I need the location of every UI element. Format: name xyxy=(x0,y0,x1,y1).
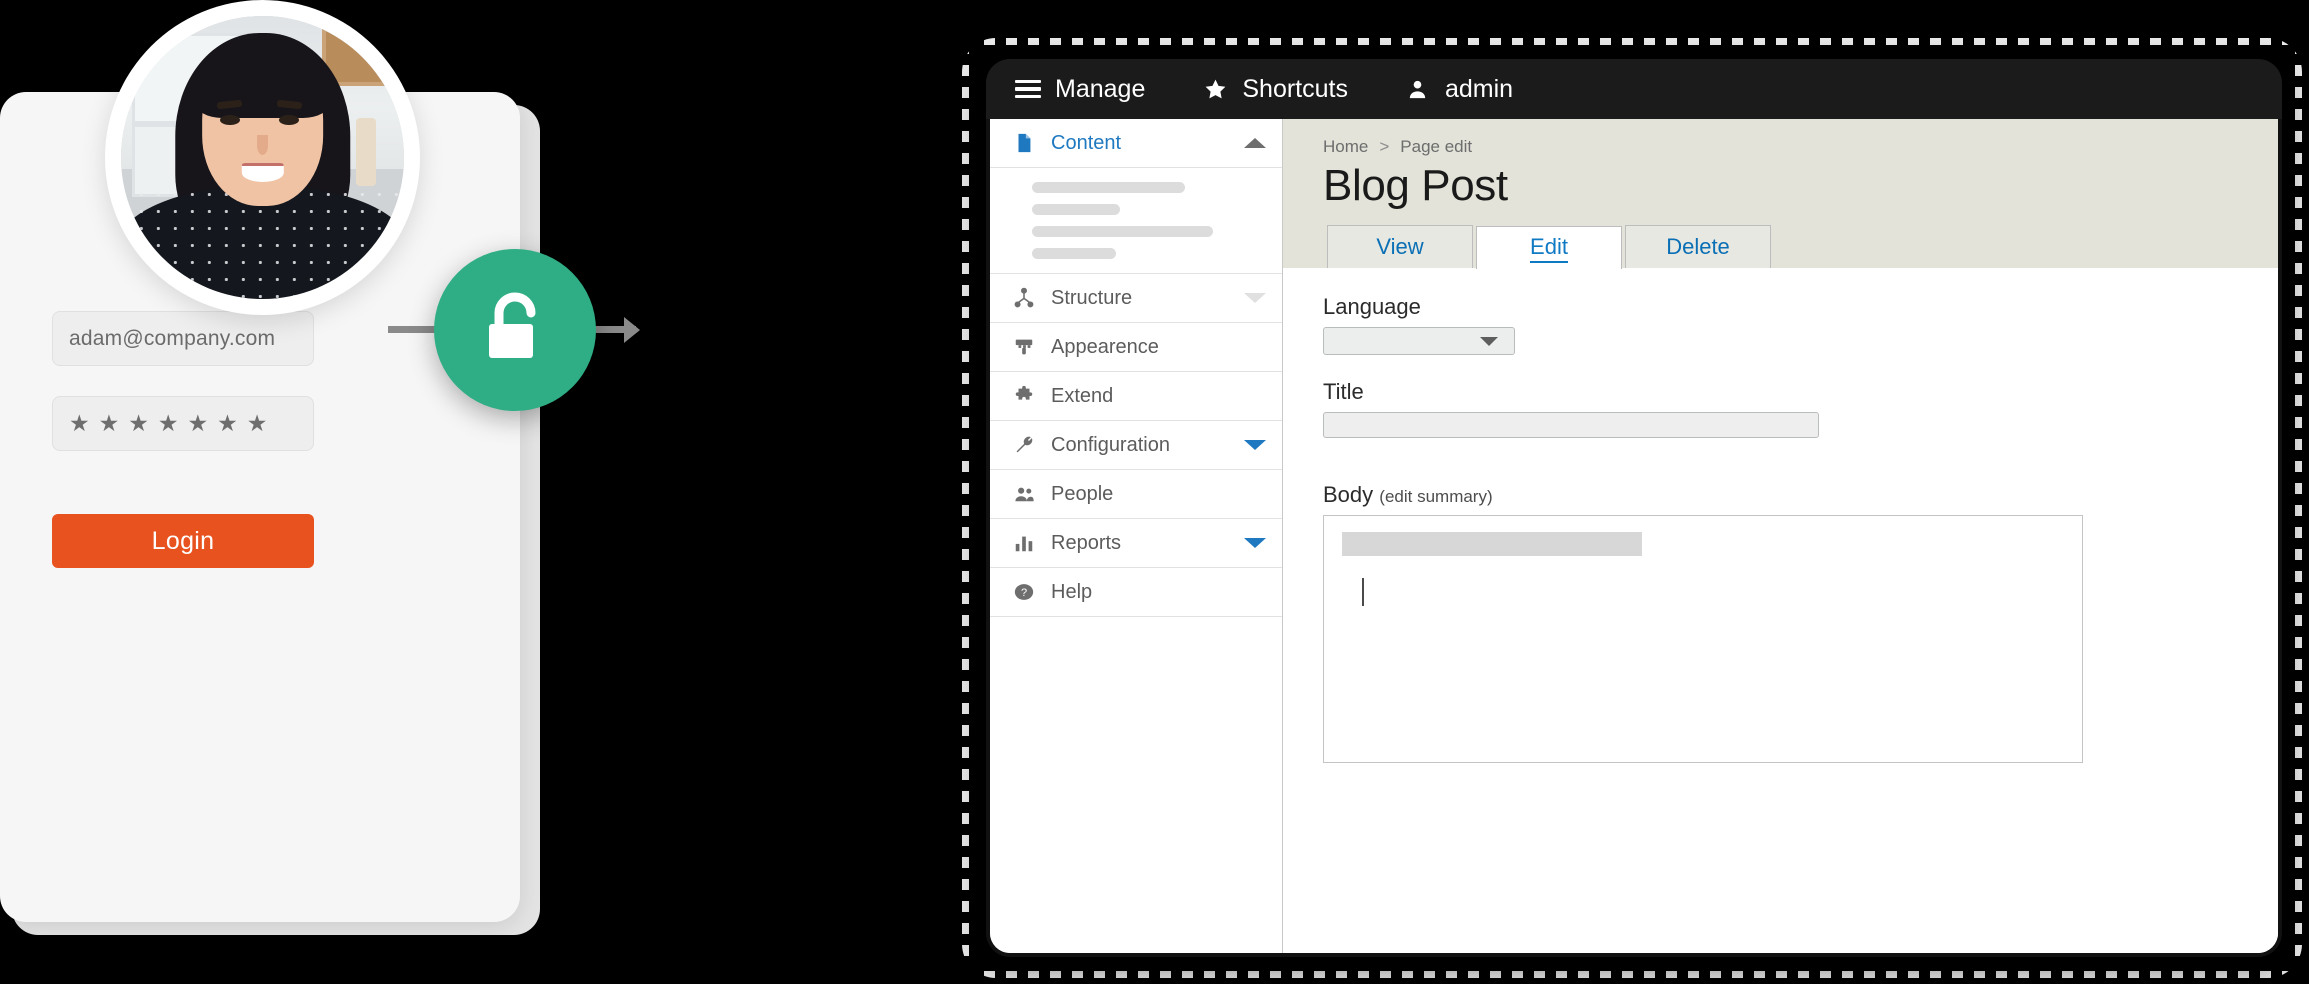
paintbrush-icon xyxy=(1012,335,1036,359)
skeleton-bar xyxy=(1032,248,1116,259)
sidebar-item-label: Help xyxy=(1051,580,1093,603)
toolbar-user-button[interactable]: admin xyxy=(1404,75,1513,104)
chevron-down-icon[interactable] xyxy=(1244,293,1266,303)
sidebar-item-label: Content xyxy=(1051,131,1122,154)
admin-main: Home > Page edit Blog Post View Edit Del… xyxy=(1283,119,2278,953)
chevron-down-icon xyxy=(1480,336,1498,346)
bar-chart-icon xyxy=(1012,531,1036,555)
admin-window: Manage Shortcuts admin Content Structure… xyxy=(986,59,2282,957)
admin-window-body: Content Structure Appearence Extend Conf… xyxy=(990,119,2278,953)
sidebar-item-structure[interactable]: Structure xyxy=(990,274,1282,323)
breadcrumb: Home > Page edit xyxy=(1323,137,2278,157)
sidebar-item-configuration[interactable]: Configuration xyxy=(990,421,1282,470)
skeleton-bar xyxy=(1032,182,1186,193)
puzzle-icon xyxy=(1012,384,1036,408)
avatar-photo xyxy=(121,16,404,299)
email-field[interactable]: adam@company.com xyxy=(52,311,314,366)
admin-window-scene: Manage Shortcuts admin Content Structure… xyxy=(962,38,2309,984)
language-label: Language xyxy=(1323,294,1421,319)
sidebar-item-people[interactable]: People xyxy=(990,470,1282,519)
password-masked-value: ★ ★ ★ ★ ★ ★ ★ xyxy=(69,410,268,436)
body-label: Body (edit summary) xyxy=(1323,482,2278,508)
email-value: adam@company.com xyxy=(69,326,276,350)
sidebar-item-content[interactable]: Content xyxy=(990,119,1282,168)
person-icon xyxy=(1404,75,1432,103)
toolbar-shortcuts-button[interactable]: Shortcuts xyxy=(1201,75,1348,104)
connector-arrow-icon xyxy=(624,317,640,343)
tab-bar: View Edit Delete xyxy=(1323,225,2278,269)
toolbar-manage-label: Manage xyxy=(1055,74,1146,103)
sidebar-item-label: Configuration xyxy=(1051,433,1170,456)
hamburger-menu-icon xyxy=(1014,75,1042,103)
body-label-text: Body xyxy=(1323,482,1374,507)
unlock-icon xyxy=(489,292,536,358)
unlock-badge xyxy=(434,249,596,411)
svg-text:?: ? xyxy=(1021,587,1027,599)
breadcrumb-current: Page edit xyxy=(1400,137,1473,156)
people-icon xyxy=(1012,482,1036,506)
chevron-down-icon[interactable] xyxy=(1244,440,1266,450)
skeleton-bar xyxy=(1032,204,1121,215)
breadcrumb-home[interactable]: Home xyxy=(1323,137,1368,157)
sidebar-item-label: Reports xyxy=(1051,531,1122,554)
question-icon: ? xyxy=(1012,580,1036,604)
editor-toolbar-skeleton xyxy=(1342,532,1642,556)
chevron-up-icon[interactable] xyxy=(1244,138,1266,148)
login-button[interactable]: Login xyxy=(52,514,314,568)
sidebar-skeleton-group xyxy=(990,168,1282,274)
star-icon xyxy=(1201,75,1229,103)
sidebar-item-reports[interactable]: Reports xyxy=(990,519,1282,568)
sidebar-item-help[interactable]: ? Help xyxy=(990,568,1282,617)
tab-edit-label: Edit xyxy=(1530,234,1568,263)
tab-edit[interactable]: Edit xyxy=(1476,226,1622,269)
avatar xyxy=(105,0,420,315)
tab-view[interactable]: View xyxy=(1327,225,1473,268)
sidebar-item-appearence[interactable]: Appearence xyxy=(990,323,1282,372)
document-icon xyxy=(1012,131,1036,155)
connector-group xyxy=(388,0,648,984)
page-header: Home > Page edit Blog Post View Edit Del… xyxy=(1283,119,2278,269)
structure-icon xyxy=(1012,286,1036,310)
sidebar-item-label: Extend xyxy=(1051,384,1114,407)
breadcrumb-separator: > xyxy=(1379,137,1390,156)
title-input[interactable] xyxy=(1323,412,1819,438)
password-field[interactable]: ★ ★ ★ ★ ★ ★ ★ xyxy=(52,396,314,451)
toolbar-manage-button[interactable]: Manage xyxy=(1014,75,1145,104)
sidebar-item-extend[interactable]: Extend xyxy=(990,372,1282,421)
sidebar-item-label: People xyxy=(1051,482,1114,505)
toolbar-user-label: admin xyxy=(1444,74,1514,103)
chevron-down-icon[interactable] xyxy=(1244,538,1266,548)
tab-delete[interactable]: Delete xyxy=(1625,225,1771,268)
page-title: Blog Post xyxy=(1323,161,1508,210)
body-editor[interactable] xyxy=(1323,515,2083,763)
language-select[interactable] xyxy=(1323,327,1515,355)
edit-form: Language Title Body (edit summary) xyxy=(1283,268,2278,953)
body-edit-summary-link[interactable]: (edit summary) xyxy=(1379,487,1492,506)
title-label: Title xyxy=(1323,379,1364,404)
admin-toolbar: Manage Shortcuts admin xyxy=(986,59,2282,119)
wrench-icon xyxy=(1012,433,1036,457)
skeleton-bar xyxy=(1032,226,1213,237)
sidebar-item-label: Appearence xyxy=(1051,335,1159,358)
admin-sidebar: Content Structure Appearence Extend Conf… xyxy=(990,119,1283,953)
toolbar-shortcuts-label: Shortcuts xyxy=(1242,74,1348,103)
sidebar-item-label: Structure xyxy=(1051,286,1133,309)
text-caret xyxy=(1362,578,1364,606)
